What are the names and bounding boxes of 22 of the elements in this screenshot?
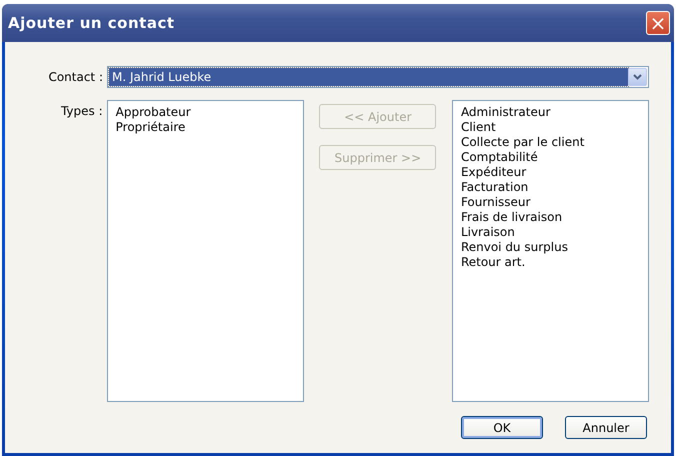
list-item[interactable]: Livraison	[460, 225, 640, 240]
list-item[interactable]: Retour art.	[460, 255, 640, 270]
contact-dropdown[interactable]: M. Jahrid Luebke	[107, 66, 649, 88]
dialog-button[interactable]: OK	[461, 416, 543, 439]
list-item[interactable]: Renvoi du surplus	[460, 240, 640, 255]
list-item[interactable]: Expéditeur	[460, 165, 640, 180]
list-item[interactable]: Collecte par le client	[460, 135, 640, 150]
types-label: Types :	[60, 103, 104, 120]
dialog-button[interactable]: Annuler	[565, 416, 647, 439]
close-button[interactable]: ×	[646, 11, 670, 35]
list-item[interactable]: Comptabilité	[460, 150, 640, 165]
list-item[interactable]: Fournisseur	[460, 195, 640, 210]
window-title: Ajouter un contact	[8, 14, 175, 32]
list-item[interactable]: Administrateur	[460, 105, 640, 120]
chevron-down-icon	[633, 74, 642, 80]
list-item[interactable]: Approbateur	[116, 105, 295, 120]
contact-value: M. Jahrid Luebke	[109, 68, 628, 86]
list-item[interactable]: Client	[460, 120, 640, 135]
contact-label: Contact :	[47, 70, 104, 84]
list-item[interactable]: Facturation	[460, 180, 640, 195]
list-item[interactable]: Propriétaire	[116, 120, 295, 135]
list-item[interactable]: Frais de livraison	[460, 210, 640, 225]
